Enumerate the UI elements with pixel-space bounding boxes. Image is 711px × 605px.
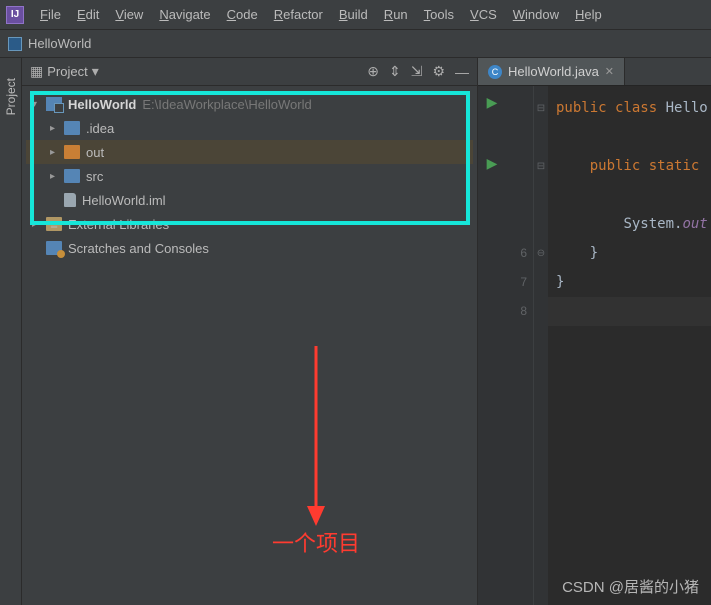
project-tree: ▾ HelloWorld E:\IdeaWorkplace\HelloWorld…: [22, 86, 477, 266]
menu-view[interactable]: View: [107, 3, 151, 26]
watermark: CSDN @居酱的小猪: [562, 576, 699, 597]
menu-refactor[interactable]: Refactor: [266, 3, 331, 26]
line-number: 8: [520, 297, 527, 326]
editor-tab-bar: C HelloWorld.java ✕: [478, 58, 711, 86]
side-tab-label: Project: [4, 78, 18, 115]
tree-root-name: HelloWorld: [68, 97, 136, 112]
editor-body[interactable]: ▶ ▶ 678 ⊟ ⊟ ⊖ public class Hello public st…: [478, 86, 711, 605]
chevron-right-icon[interactable]: ▸: [50, 147, 64, 158]
fold-icon[interactable]: ⊟: [537, 152, 545, 181]
fold-gutter: ⊟ ⊟ ⊖: [534, 86, 548, 605]
code-area[interactable]: public class Hello public static System.…: [548, 86, 711, 605]
code-line[interactable]: }: [556, 268, 711, 297]
gear-icon[interactable]: ⚙: [432, 63, 445, 80]
code-line[interactable]: public class Hello: [556, 94, 711, 123]
code-line[interactable]: [548, 297, 711, 326]
menu-code[interactable]: Code: [219, 3, 266, 26]
annotation-text: 一个项目: [272, 526, 360, 558]
chevron-right-icon[interactable]: ▸: [50, 171, 64, 182]
menu-file[interactable]: File: [32, 3, 69, 26]
chevron-right-icon[interactable]: ▸: [32, 219, 46, 230]
folder-icon: [64, 169, 80, 183]
code-line[interactable]: [556, 123, 711, 152]
tree-label: .idea: [86, 121, 114, 136]
tree-external-libraries[interactable]: ▸ ≡ External Libraries: [26, 212, 473, 236]
chevron-down-icon[interactable]: ▾: [32, 99, 46, 110]
fold-icon[interactable]: ⊟: [537, 94, 545, 123]
line-number: 6: [520, 239, 527, 268]
code-line[interactable]: [556, 181, 711, 210]
folder-icon: [64, 145, 80, 159]
run-icon[interactable]: ▶: [487, 94, 498, 111]
code-line[interactable]: public static: [556, 152, 711, 181]
editor-tab[interactable]: C HelloWorld.java ✕: [478, 58, 625, 85]
line-number-gutter: 678: [506, 86, 534, 605]
tree-item-src[interactable]: ▸ src: [26, 164, 473, 188]
folder-icon: [64, 121, 80, 135]
tree-label: Scratches and Consoles: [68, 241, 209, 256]
collapse-icon[interactable]: ⇲: [411, 63, 423, 80]
editor: C HelloWorld.java ✕ ▶ ▶ 678 ⊟ ⊟ ⊖ public c…: [478, 58, 711, 605]
tree-label: External Libraries: [68, 217, 169, 232]
code-line[interactable]: }: [556, 239, 711, 268]
expand-icon[interactable]: ⇕: [389, 63, 401, 80]
tree-root-path: E:\IdeaWorkplace\HelloWorld: [142, 97, 311, 112]
menu-window[interactable]: Window: [505, 3, 567, 26]
iml-file-icon: [64, 193, 76, 207]
menu-tools[interactable]: Tools: [416, 3, 462, 26]
tree-label: out: [86, 145, 104, 160]
menu-edit[interactable]: Edit: [69, 3, 107, 26]
project-panel-header: ▦ Project ▾ ⊕ ⇕ ⇲ ⚙ —: [22, 58, 477, 86]
hide-icon[interactable]: —: [455, 64, 469, 80]
project-dropdown-icon[interactable]: ▦: [30, 63, 43, 80]
tree-scratches[interactable]: Scratches and Consoles: [26, 236, 473, 260]
breadcrumb-project[interactable]: HelloWorld: [28, 36, 91, 51]
fold-icon[interactable]: ⊖: [537, 239, 545, 268]
project-panel-title[interactable]: Project: [47, 64, 87, 79]
close-icon[interactable]: ✕: [605, 65, 614, 78]
menu-bar: IJ FileEditViewNavigateCodeRefactorBuild…: [0, 0, 711, 30]
tree-label: HelloWorld.iml: [82, 193, 166, 208]
tree-item-out[interactable]: ▸ out: [26, 140, 473, 164]
module-icon: [46, 97, 62, 111]
locate-icon[interactable]: ⊕: [367, 63, 379, 80]
module-icon: [8, 37, 22, 51]
tree-root[interactable]: ▾ HelloWorld E:\IdeaWorkplace\HelloWorld: [26, 92, 473, 116]
library-icon: ≡: [46, 217, 62, 231]
menu-run[interactable]: Run: [376, 3, 416, 26]
menu-navigate[interactable]: Navigate: [151, 3, 218, 26]
menu-vcs[interactable]: VCS: [462, 3, 505, 26]
line-number: 7: [520, 268, 527, 297]
run-icon[interactable]: ▶: [487, 155, 498, 172]
tree-label: src: [86, 169, 103, 184]
tree-item--idea[interactable]: ▸ .idea: [26, 116, 473, 140]
app-icon: IJ: [6, 6, 24, 24]
side-tab-project[interactable]: Project: [0, 58, 22, 605]
scratch-icon: [46, 241, 62, 255]
chevron-down-icon[interactable]: ▾: [92, 63, 99, 80]
menu-help[interactable]: Help: [567, 3, 610, 26]
menu-build[interactable]: Build: [331, 3, 376, 26]
project-tool-window: ▦ Project ▾ ⊕ ⇕ ⇲ ⚙ — ▾ HelloWorld E:\Id…: [22, 58, 478, 605]
annotation-arrow: 一个项目: [272, 346, 360, 558]
editor-tab-label: HelloWorld.java: [508, 64, 599, 79]
code-line[interactable]: System.out: [556, 210, 711, 239]
tree-item-HelloWorld-iml[interactable]: HelloWorld.iml: [26, 188, 473, 212]
chevron-right-icon[interactable]: ▸: [50, 123, 64, 134]
breadcrumb: HelloWorld: [0, 30, 711, 58]
run-gutter: ▶ ▶: [478, 86, 506, 605]
java-file-icon: C: [488, 65, 502, 79]
